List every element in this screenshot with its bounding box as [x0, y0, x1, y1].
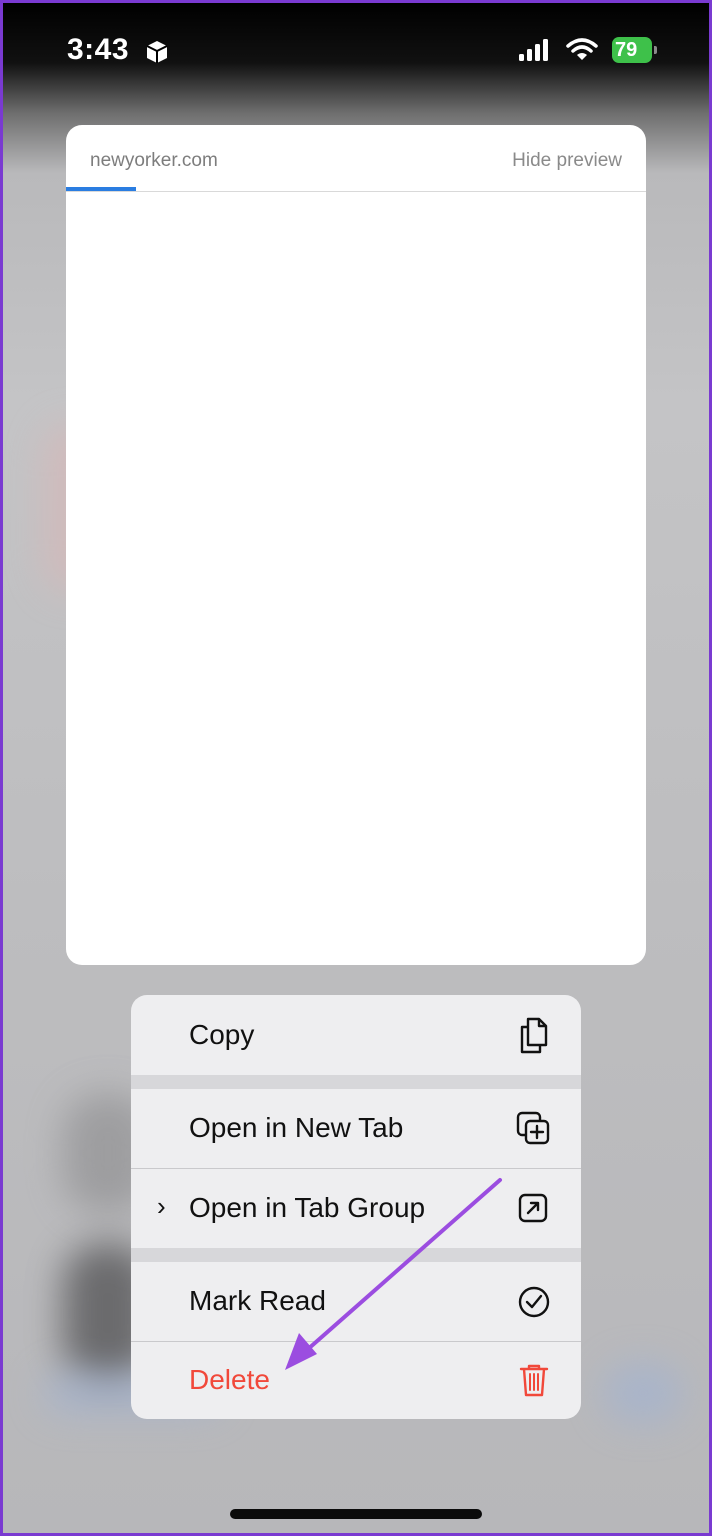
- battery-indicator: 79: [612, 37, 657, 63]
- home-indicator[interactable]: [230, 1509, 482, 1519]
- trash-icon: [519, 1364, 549, 1397]
- menu-item-mark-read[interactable]: Mark Read: [131, 1262, 581, 1341]
- preview-header: newyorker.com Hide preview: [66, 125, 646, 192]
- menu-section-separator: [131, 1248, 581, 1262]
- menu-item-open-in-new-tab[interactable]: Open in New Tab: [131, 1089, 581, 1168]
- menu-item-copy[interactable]: Copy: [131, 995, 581, 1075]
- chevron-right-icon: ›: [157, 1191, 166, 1221]
- context-menu: Copy Open in New Tab › Open in Tab Group: [131, 995, 581, 1419]
- menu-item-label: Mark Read: [189, 1285, 326, 1316]
- arrow-up-right-square-icon: [518, 1193, 548, 1223]
- new-tab-icon: [516, 1111, 550, 1145]
- hide-preview-button[interactable]: Hide preview: [512, 150, 622, 172]
- menu-item-open-in-tab-group[interactable]: › Open in Tab Group: [131, 1169, 581, 1248]
- page-load-progress: [66, 187, 136, 191]
- battery-level: 79: [612, 37, 652, 63]
- menu-section-separator: [131, 1075, 581, 1089]
- menu-item-label: Open in New Tab: [189, 1112, 404, 1143]
- status-time: 3:43: [67, 33, 130, 66]
- cellular-signal-icon: [519, 39, 548, 61]
- package-icon: [146, 41, 168, 63]
- wifi-icon: [566, 38, 598, 60]
- link-preview-card[interactable]: newyorker.com Hide preview: [66, 125, 646, 965]
- menu-item-label: Delete: [189, 1364, 270, 1395]
- status-bar: 3:43 79: [3, 3, 709, 103]
- background-blur: [603, 1363, 683, 1423]
- screen: 3:43 79 newyorker.com Hide preview Copy …: [3, 3, 709, 1533]
- menu-item-label: Open in Tab Group: [189, 1192, 426, 1223]
- menu-item-delete[interactable]: Delete: [131, 1342, 581, 1419]
- checkmark-circle-icon: [518, 1286, 550, 1318]
- preview-domain: newyorker.com: [90, 150, 218, 171]
- battery-cap: [654, 46, 657, 54]
- menu-item-label: Copy: [189, 1019, 255, 1050]
- copy-icon: [520, 1017, 548, 1054]
